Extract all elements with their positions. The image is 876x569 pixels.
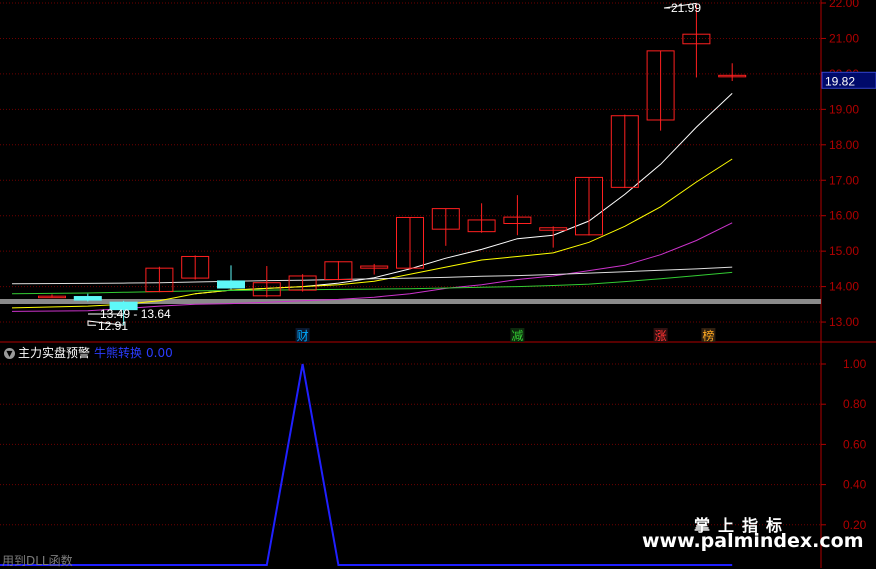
collapse-arrow-icon[interactable]: ▼: [4, 348, 15, 359]
current-price-label: 19.82: [825, 74, 855, 88]
indicator-tick-label: 0.40: [843, 478, 867, 492]
indicator-title-bar: ▼ 主力实盘预警 牛熊转换 0.00: [4, 344, 173, 361]
low-label: 12.91: [98, 319, 128, 333]
price-tick-label: 17.00: [829, 173, 859, 187]
indicator-tick-label: 1.00: [843, 357, 867, 371]
moving-average-line-3: [11, 222, 733, 312]
price-tick-label: 16.00: [829, 209, 859, 223]
candle-down: [217, 280, 245, 289]
price-tick-label: 14.00: [829, 280, 859, 294]
watermark-url: www.palmindex.com: [642, 530, 864, 552]
price-tick-label: 21.00: [829, 31, 859, 45]
price-tick-label: 13.00: [829, 315, 859, 329]
signal-value: 0.00: [146, 346, 173, 360]
event-marker-label: 榜: [702, 328, 714, 343]
signal-label: 牛熊转换: [94, 346, 143, 360]
chart-canvas: 13.49 - 13.6412.9121.99财减涨榜22.0021.0020.…: [0, 0, 876, 568]
indicator-name: 主力实盘预警: [18, 346, 91, 360]
indicator-tick-label: 0.60: [843, 437, 867, 451]
bottom-note: 用到DLL函数: [2, 554, 73, 568]
indicator-tick-label: 0.80: [843, 397, 867, 411]
high-label: 21.99: [671, 1, 701, 15]
event-marker-label: 涨: [655, 328, 667, 343]
indicator-signal-line: [0, 363, 733, 566]
event-marker-label: 减: [511, 329, 523, 343]
price-tick-label: 15.00: [829, 244, 859, 258]
price-tick-label: 22.00: [829, 0, 859, 10]
event-marker-label: 财: [297, 329, 309, 343]
price-tick-label: 18.00: [829, 138, 859, 152]
candle-down: [73, 296, 102, 301]
price-tick-label: 19.00: [829, 102, 859, 116]
moving-average-line-2: [11, 158, 733, 309]
